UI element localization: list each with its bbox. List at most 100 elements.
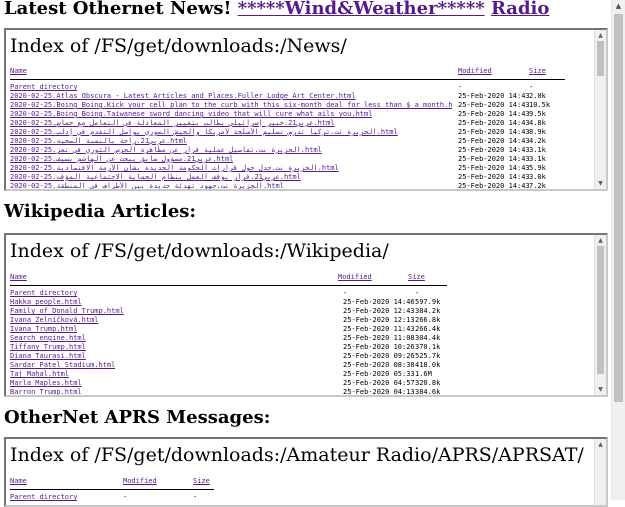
wikipedia-divider bbox=[10, 285, 447, 286]
sort-by-modified-link[interactable]: Modified bbox=[123, 477, 157, 486]
scroll-up-arrow-icon[interactable]: ▲ bbox=[595, 235, 606, 246]
news-column-header: Name Modified Size bbox=[10, 67, 570, 76]
sort-by-modified-link[interactable]: Modified bbox=[338, 273, 372, 282]
wikipedia-index-title: Index of /FS/get/downloads:/Wikipedia/ bbox=[10, 240, 389, 262]
news-divider bbox=[10, 79, 565, 80]
aprs-heading: OtherNet APRS Messages: bbox=[4, 407, 271, 428]
modified-date: 25-Feb-2020 14:43 bbox=[458, 146, 530, 154]
modified-date: 25-Feb-2020 14:43 bbox=[458, 101, 530, 109]
file-link[interactable]: 2020-02-25.الجزيرة نت.جهود تهدئة جديدة ب… bbox=[10, 182, 284, 189]
scroll-down-arrow-icon[interactable]: ▼ bbox=[595, 384, 606, 395]
sort-by-name-link[interactable]: Name bbox=[10, 67, 27, 76]
modified-date: 25-Feb-2020 04:57 bbox=[343, 379, 415, 387]
modified-date: 25-Feb-2020 11:08 bbox=[343, 334, 415, 342]
modified-date: 25-Feb-2020 14:43 bbox=[458, 110, 530, 118]
sort-by-modified-link[interactable]: Modified bbox=[458, 67, 492, 76]
file-size: 3.1k bbox=[529, 146, 546, 154]
weather-link[interactable]: *****Wind&Weather***** bbox=[238, 0, 485, 19]
file-size: 10.5k bbox=[529, 101, 551, 109]
modified-date: 25-Feb-2020 10:26 bbox=[343, 343, 415, 351]
file-size: 4.2k bbox=[529, 137, 546, 145]
modified-date: 25-Feb-2020 14:46 bbox=[343, 298, 415, 306]
file-link[interactable]: 2020-02-25.Atlas Obscura - Latest Articl… bbox=[10, 92, 356, 101]
file-size: 4.8k bbox=[529, 119, 546, 127]
modified-date: 25-Feb-2020 04:13 bbox=[343, 388, 415, 395]
scroll-up-arrow-icon[interactable]: ▲ bbox=[612, 0, 625, 13]
scroll-down-arrow-icon[interactable]: ▼ bbox=[595, 178, 606, 189]
modified-date: 25-Feb-2020 08:38 bbox=[343, 361, 415, 369]
file-size: 384.2k bbox=[415, 307, 441, 315]
file-link[interactable]: 2020-02-25.عربي21.راحة بالنسبة الصحية.ht… bbox=[10, 137, 187, 146]
file-link[interactable]: 2020-02-25.الجزيرة نت.جدل حول قرارات الح… bbox=[10, 164, 339, 173]
file-link[interactable]: 2020-02-25.عربي21.خبير إسرائيلي يطالب بت… bbox=[10, 119, 335, 128]
radio-link[interactable]: Radio bbox=[491, 0, 549, 19]
file-link[interactable]: Diana_Taurasi.html bbox=[10, 352, 86, 361]
sort-by-size-link[interactable]: Size bbox=[529, 67, 546, 76]
sort-by-name-link[interactable]: Name bbox=[10, 273, 27, 282]
sort-by-name-link[interactable]: Name bbox=[10, 477, 27, 486]
file-size: 7.2k bbox=[529, 182, 546, 189]
wikipedia-column-header: Name Modified Size bbox=[10, 273, 450, 282]
file-link[interactable]: 2020-02-25.عربي21.مسؤول سابق يبحث عن اله… bbox=[10, 155, 233, 164]
file-link[interactable]: 2020-02-25.Boing Boing.Taiwanese sword d… bbox=[10, 110, 372, 119]
file-size: 8.9k bbox=[529, 128, 546, 136]
news-scroll-thumb[interactable] bbox=[597, 41, 604, 76]
news-scrollbar[interactable]: ▲ ▼ bbox=[594, 30, 606, 189]
file-size: - bbox=[193, 493, 198, 501]
wikipedia-index: Index of /FS/get/downloads:/Wikipedia/ N… bbox=[6, 235, 593, 395]
file-link[interactable]: Marla_Maples.html bbox=[10, 379, 82, 388]
scroll-up-arrow-icon[interactable]: ▲ bbox=[595, 439, 606, 450]
modified-date: 25-Feb-2020 14:43 bbox=[458, 119, 530, 127]
file-size: 3.1k bbox=[529, 155, 546, 163]
file-link[interactable]: Sardar_Patel_Stadium.html bbox=[10, 361, 115, 370]
file-link[interactable]: Hakka_people.html bbox=[10, 298, 82, 307]
page-title: Latest Othernet News! bbox=[4, 0, 232, 19]
file-link[interactable]: Ivana_Trump.html bbox=[10, 325, 77, 334]
modified-date: 25-Feb-2020 12:43 bbox=[343, 307, 415, 315]
parent-directory-link[interactable]: Parent directory bbox=[10, 289, 77, 298]
modified-date: 25-Feb-2020 05:33 bbox=[343, 370, 415, 378]
sort-by-size-link[interactable]: Size bbox=[408, 273, 425, 282]
modified-date: 25-Feb-2020 14:43 bbox=[458, 173, 530, 181]
modified-date: 25-Feb-2020 14:43 bbox=[458, 92, 530, 100]
file-link[interactable]: 2020-02-25.عربي21.قرار يوقف العمل بنظام … bbox=[10, 173, 301, 182]
modified-date: 25-Feb-2020 12:13 bbox=[343, 316, 415, 324]
aprs-frame[interactable]: Index of /FS/get/downloads:/Amateur Radi… bbox=[4, 437, 608, 507]
modified-date: 25-Feb-2020 14:43 bbox=[458, 164, 530, 172]
sort-by-size-link[interactable]: Size bbox=[193, 477, 210, 486]
file-link[interactable]: 2020-02-25.الجزيرة نت.تركيا تدرس تسليم ا… bbox=[10, 128, 398, 137]
wikipedia-frame[interactable]: Index of /FS/get/downloads:/Wikipedia/ N… bbox=[4, 233, 608, 397]
parent-directory-link[interactable]: Parent directory bbox=[10, 83, 77, 92]
wikipedia-heading: Wikipedia Articles: bbox=[4, 201, 197, 222]
parent-directory-link[interactable]: Parent directory bbox=[10, 493, 77, 502]
file-size: 3.0k bbox=[529, 173, 546, 181]
wikipedia-scroll-thumb[interactable] bbox=[597, 246, 604, 374]
file-link[interactable]: Tiffany_Trump.html bbox=[10, 343, 86, 352]
page-scrollbar[interactable]: ▲ bbox=[611, 0, 625, 500]
file-size: 5.9k bbox=[529, 164, 546, 172]
file-link[interactable]: Taj_Mahal.html bbox=[10, 370, 69, 379]
wikipedia-scrollbar[interactable]: ▲ ▼ bbox=[594, 235, 606, 395]
file-size: 525.7k bbox=[415, 352, 441, 360]
file-size: 597.9k bbox=[415, 298, 441, 306]
scroll-up-arrow-icon[interactable]: ▲ bbox=[595, 30, 606, 41]
aprs-scrollbar[interactable]: ▲ bbox=[594, 439, 606, 505]
file-link[interactable]: Family_of_Donald_Trump.html bbox=[10, 307, 124, 316]
modified-date: - bbox=[123, 493, 128, 501]
file-link[interactable]: Barron_Trump.html bbox=[10, 388, 82, 395]
file-link[interactable]: 2020-02-25.الجزيرة نت.تفاصيل عملية فرار … bbox=[10, 146, 322, 155]
page-scroll-thumb[interactable] bbox=[614, 14, 623, 402]
file-link[interactable]: Search_engine.html bbox=[10, 334, 86, 343]
aprs-index-title: Index of /FS/get/downloads:/Amateur Radi… bbox=[10, 444, 584, 466]
file-size: - bbox=[415, 289, 420, 297]
file-link[interactable]: Ivana_Zelníčková.html bbox=[10, 316, 99, 325]
modified-date: 25-Feb-2020 14:43 bbox=[458, 128, 530, 136]
file-link[interactable]: 2020-02-25.Boing Boing.Kick your cell pl… bbox=[10, 101, 452, 110]
news-frame[interactable]: Index of /FS/get/downloads:/News/ Name M… bbox=[4, 28, 608, 191]
file-size: 320.8k bbox=[415, 379, 441, 387]
modified-date: 25-Feb-2020 14:43 bbox=[458, 155, 530, 163]
aprs-divider bbox=[10, 489, 214, 490]
file-size: 266.4k bbox=[415, 325, 441, 333]
file-size: 370.1k bbox=[415, 343, 441, 351]
file-size: 384.6k bbox=[415, 388, 441, 395]
